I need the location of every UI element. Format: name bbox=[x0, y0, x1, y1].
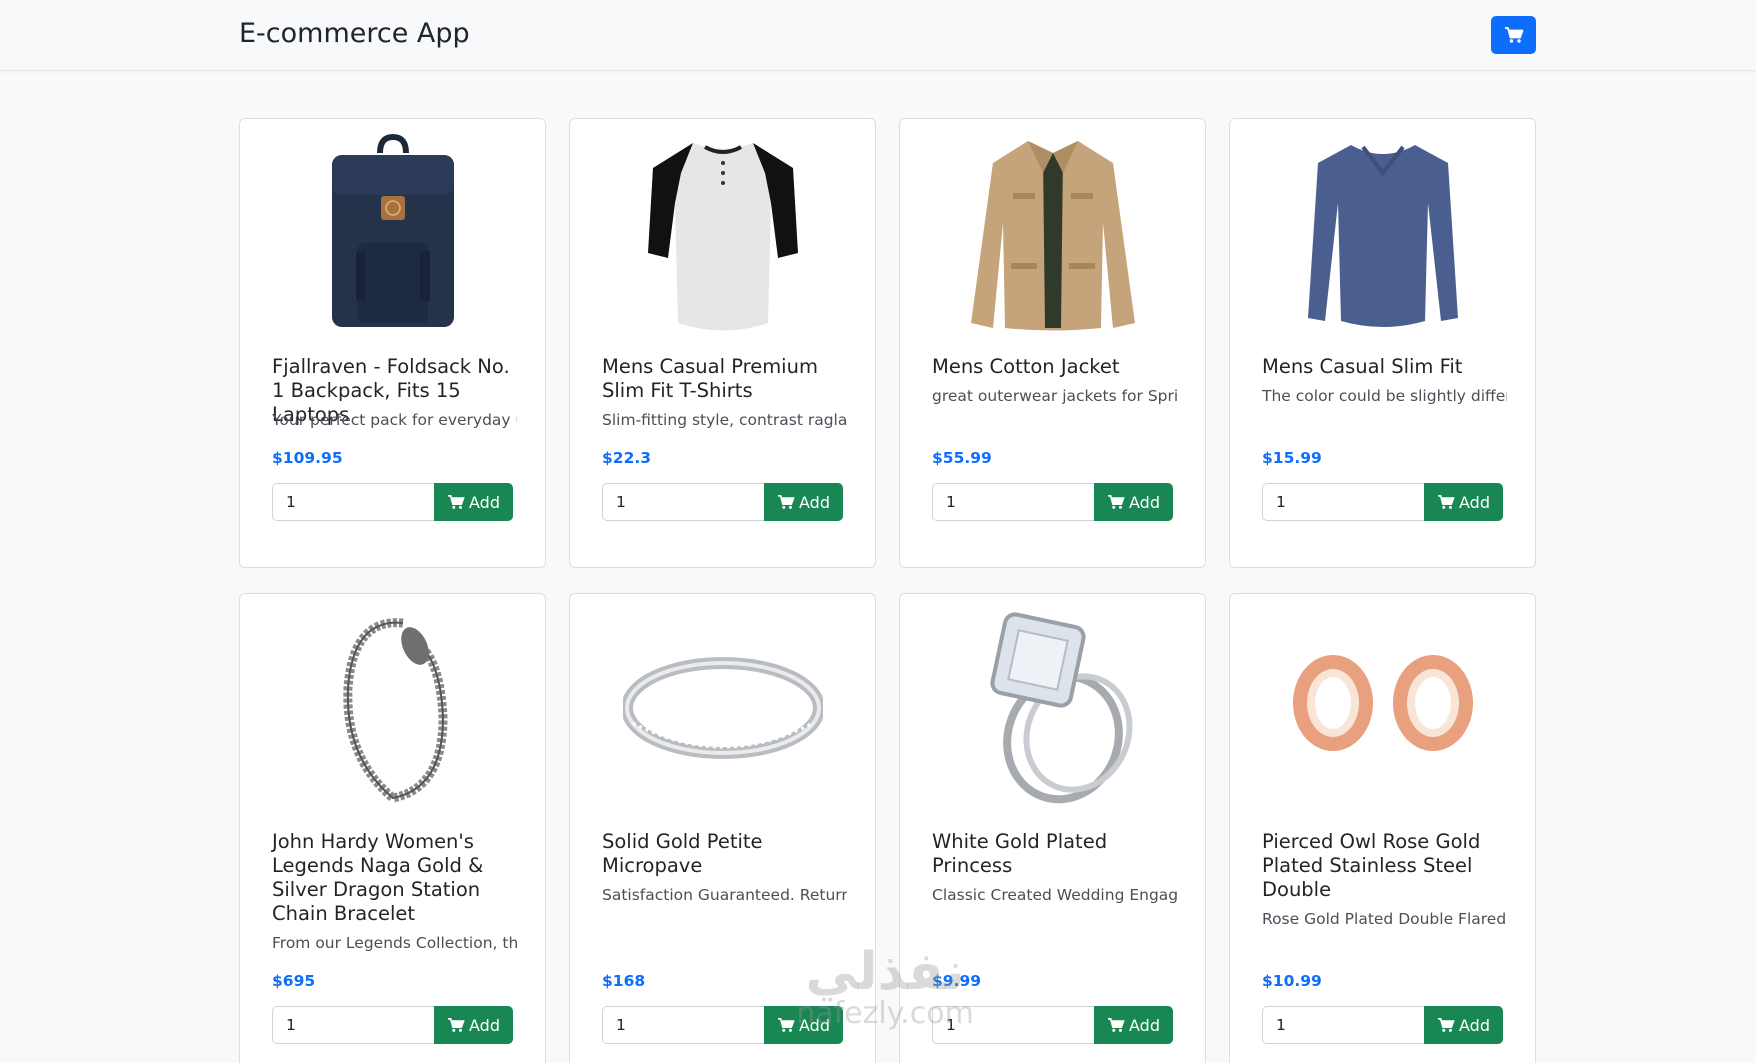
product-price: $55.99 bbox=[932, 449, 992, 467]
add-label: Add bbox=[469, 1015, 500, 1035]
product-price: $109.95 bbox=[272, 449, 343, 467]
product-price: $15.99 bbox=[1262, 449, 1322, 467]
quantity-input[interactable] bbox=[1262, 1006, 1425, 1044]
add-to-cart-button[interactable]: Add bbox=[1424, 1006, 1503, 1044]
product-description: The color could be slightly differ... bbox=[1262, 387, 1507, 405]
add-to-cart-button[interactable]: Add bbox=[764, 1006, 843, 1044]
cart-plus-icon bbox=[1438, 494, 1455, 509]
jacket-image[interactable] bbox=[900, 133, 1205, 333]
product-card: John Hardy Women's Legends Naga Gold & S… bbox=[239, 593, 546, 1063]
product-price: $22.3 bbox=[602, 449, 652, 467]
product-title[interactable]: Mens Casual Slim Fit bbox=[1262, 355, 1507, 379]
product-card: Fjallraven - Foldsack No. 1 Backpack, Fi… bbox=[239, 118, 546, 568]
product-title[interactable]: Solid Gold Petite Micropave bbox=[602, 830, 847, 878]
cart-plus-icon bbox=[778, 494, 795, 509]
add-label: Add bbox=[1459, 1015, 1490, 1035]
backpack-image[interactable] bbox=[240, 133, 545, 333]
cart-plus-icon bbox=[448, 494, 465, 509]
earrings-image[interactable] bbox=[1230, 608, 1535, 808]
product-description: Your perfect pack for everyday u... bbox=[272, 411, 517, 429]
product-description: Slim-fitting style, contrast ragla... bbox=[602, 411, 847, 429]
add-label: Add bbox=[799, 492, 830, 512]
add-label: Add bbox=[799, 1015, 830, 1035]
add-to-cart-button[interactable]: Add bbox=[764, 483, 843, 521]
app-title[interactable]: E-commerce App bbox=[239, 18, 470, 49]
cart-plus-icon bbox=[1108, 1017, 1125, 1032]
product-card: Pierced Owl Rose Gold Plated Stainless S… bbox=[1229, 593, 1536, 1063]
bracelet-image[interactable] bbox=[240, 608, 545, 808]
quantity-input[interactable] bbox=[602, 1006, 765, 1044]
add-label: Add bbox=[1459, 492, 1490, 512]
ring-image[interactable] bbox=[570, 608, 875, 808]
product-title[interactable]: Pierced Owl Rose Gold Plated Stainless S… bbox=[1262, 830, 1507, 902]
quantity-input[interactable] bbox=[932, 483, 1095, 521]
product-price: $9.99 bbox=[932, 972, 982, 990]
cart-plus-icon bbox=[1438, 1017, 1455, 1032]
princess-ring-image[interactable] bbox=[900, 608, 1205, 808]
quantity-input[interactable] bbox=[932, 1006, 1095, 1044]
quantity-input[interactable] bbox=[602, 483, 765, 521]
product-price: $10.99 bbox=[1262, 972, 1322, 990]
cart-plus-icon bbox=[1108, 494, 1125, 509]
cart-icon bbox=[1504, 27, 1523, 43]
add-to-cart-button[interactable]: Add bbox=[434, 1006, 513, 1044]
product-title[interactable]: White Gold Plated Princess bbox=[932, 830, 1177, 878]
product-price: $695 bbox=[272, 972, 316, 990]
add-to-cart-button[interactable]: Add bbox=[1424, 483, 1503, 521]
product-description: great outerwear jackets for Spri... bbox=[932, 387, 1177, 405]
quantity-input[interactable] bbox=[272, 483, 435, 521]
product-title[interactable]: Mens Cotton Jacket bbox=[932, 355, 1177, 379]
product-description: From our Legends Collection, th... bbox=[272, 934, 517, 952]
product-description: Classic Created Wedding Engag... bbox=[932, 886, 1177, 904]
cart-plus-icon bbox=[448, 1017, 465, 1032]
add-to-cart-button[interactable]: Add bbox=[1094, 1006, 1173, 1044]
cart-button[interactable] bbox=[1491, 16, 1536, 54]
product-title[interactable]: John Hardy Women's Legends Naga Gold & S… bbox=[272, 830, 517, 926]
longsleeve-image[interactable] bbox=[1230, 133, 1535, 333]
add-to-cart-button[interactable]: Add bbox=[434, 483, 513, 521]
add-label: Add bbox=[469, 492, 500, 512]
product-card: White Gold Plated Princess Classic Creat… bbox=[899, 593, 1206, 1063]
product-title[interactable]: Mens Casual Premium Slim Fit T-Shirts bbox=[602, 355, 847, 403]
tshirt-image[interactable] bbox=[570, 133, 875, 333]
product-card: Mens Cotton Jacket great outerwear jacke… bbox=[899, 118, 1206, 568]
add-label: Add bbox=[1129, 492, 1160, 512]
product-description: Rose Gold Plated Double Flared ... bbox=[1262, 910, 1507, 928]
product-card: Solid Gold Petite Micropave Satisfaction… bbox=[569, 593, 876, 1063]
product-description: Satisfaction Guaranteed. Return ... bbox=[602, 886, 847, 904]
cart-plus-icon bbox=[778, 1017, 795, 1032]
product-card: Mens Casual Slim Fit The color could be … bbox=[1229, 118, 1536, 568]
navbar: E-commerce App bbox=[0, 0, 1756, 71]
add-to-cart-button[interactable]: Add bbox=[1094, 483, 1173, 521]
product-card: Mens Casual Premium Slim Fit T-Shirts Sl… bbox=[569, 118, 876, 568]
quantity-input[interactable] bbox=[1262, 483, 1425, 521]
quantity-input[interactable] bbox=[272, 1006, 435, 1044]
product-price: $168 bbox=[602, 972, 646, 990]
add-label: Add bbox=[1129, 1015, 1160, 1035]
